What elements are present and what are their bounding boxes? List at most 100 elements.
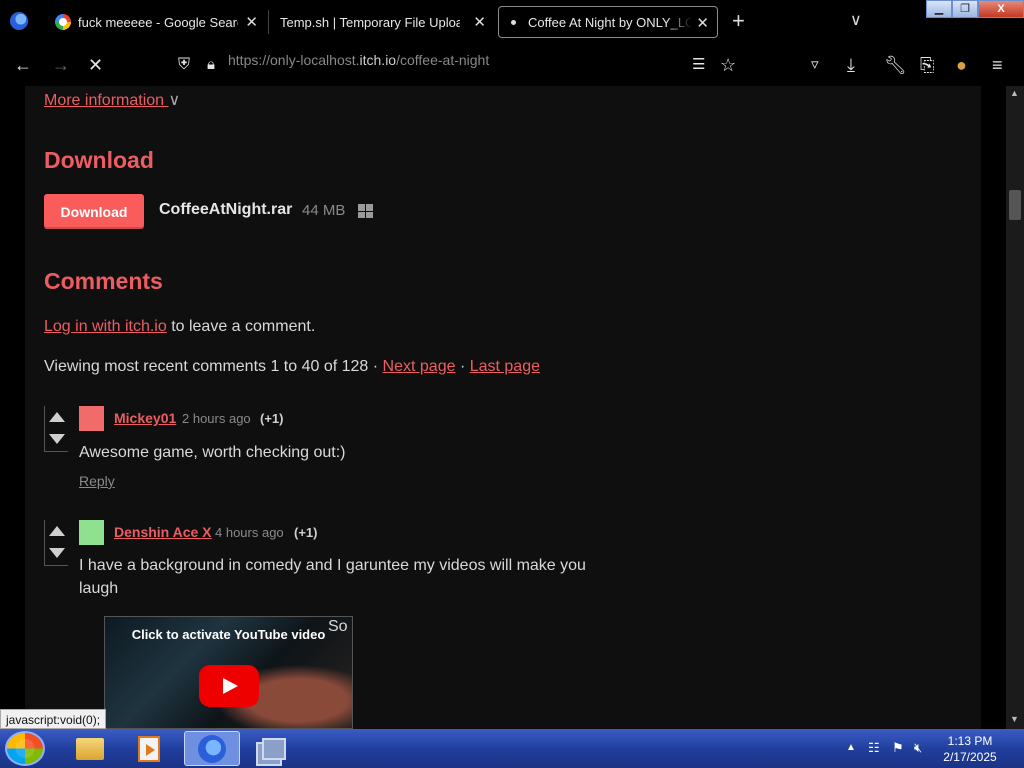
clock-time: 1:13 PM	[947, 734, 993, 748]
comment-body: I have a background in comedy and I garu…	[79, 554, 586, 600]
close-tab-icon[interactable]: ✕	[245, 13, 258, 31]
google-icon	[55, 14, 71, 30]
pocket-icon[interactable]: ▿	[811, 54, 819, 76]
login-suffix: to leave a comment.	[171, 318, 316, 335]
page-viewport: More information ∨ Download Download Cof…	[0, 86, 1006, 729]
wrench-icon[interactable]: 🔧︎	[884, 54, 907, 76]
tab-bar: fuck meeeee - Google Search ✕ Temp.sh | …	[0, 0, 1024, 44]
firefox-icon	[198, 734, 226, 763]
cookie-extension-icon[interactable]: ●	[956, 54, 967, 76]
youtube-embed[interactable]: Click to activate YouTube video	[104, 616, 353, 729]
navigation-toolbar: ← → ✕ ⛨ 🔒︎ ☰ ☆ ▿ ⤓ 🔧︎ ⎘ ● ≡	[0, 44, 1024, 86]
comment-time[interactable]: 4 hours ago	[215, 525, 284, 540]
downvote-arrow-icon[interactable]	[49, 434, 65, 444]
tab-label: Temp.sh | Temporary File Upload	[280, 14, 460, 30]
comment-body: Awesome game, worth checking out:)	[79, 441, 346, 464]
comment-line: laugh	[79, 580, 119, 597]
minimize-button[interactable]: ▁	[926, 0, 952, 18]
comment-votes: (+1)	[260, 411, 284, 426]
comment-author[interactable]: Denshin Ace X	[114, 524, 212, 540]
chevron-down-icon: ∨	[168, 92, 181, 109]
youtube-play-icon[interactable]	[199, 665, 259, 707]
tab-coffee-at-night[interactable]: Coffee At Night by ONLY_LOCALHOST ✕	[498, 6, 718, 38]
downloads-icon[interactable]: ⤓	[847, 54, 855, 76]
next-page-link[interactable]: Next page	[383, 358, 456, 375]
scroll-up-arrow-icon[interactable]: ▲	[1010, 88, 1019, 98]
file-size: 44 MB	[302, 202, 346, 219]
scroll-down-arrow-icon[interactable]: ▼	[1010, 714, 1019, 724]
comment-line: Awesome game, worth checking out:)	[79, 444, 346, 461]
close-tab-icon[interactable]: ✕	[696, 14, 709, 32]
system-clock[interactable]: 1:13 PM 2/17/2025	[936, 733, 1004, 765]
extensions-puzzle-icon[interactable]: ⎘	[920, 54, 934, 76]
url-bar[interactable]: https://only-localhost.itch.io/coffee-at…	[228, 52, 489, 68]
show-hidden-icons-chevron-up-icon[interactable]: ▲	[846, 742, 856, 753]
download-button[interactable]: Download	[44, 194, 144, 229]
menu-hamburger-icon[interactable]: ≡	[992, 54, 1003, 76]
login-link[interactable]: Log in with itch.io	[44, 318, 167, 335]
network-icon[interactable]: ☷	[868, 740, 880, 756]
page-content: More information ∨ Download Download Cof…	[25, 86, 981, 729]
reader-view-icon[interactable]: ☰	[692, 54, 705, 76]
reply-link[interactable]: Reply	[79, 473, 115, 489]
comment-trailing-text: So	[328, 618, 348, 635]
action-center-flag-icon[interactable]: ⚑	[892, 740, 904, 756]
taskbar-switch-windows[interactable]	[246, 731, 302, 766]
volume-muted-icon[interactable]: 🔇︎	[914, 740, 922, 756]
last-page-link[interactable]: Last page	[470, 358, 540, 375]
download-heading: Download	[44, 147, 154, 173]
pagination-row: Viewing most recent comments 1 to 40 of …	[44, 358, 540, 376]
comment-votes: (+1)	[294, 525, 318, 540]
window-controls: ▁ ❐ X	[926, 0, 1024, 18]
login-prompt: Log in with itch.io to leave a comment.	[44, 318, 315, 336]
tab-google-search[interactable]: fuck meeeee - Google Search ✕	[46, 6, 266, 38]
pagination-separator: ·	[459, 358, 466, 375]
scrollbar-thumb[interactable]	[1009, 190, 1021, 220]
tab-temp-sh[interactable]: Temp.sh | Temporary File Upload ✕	[270, 6, 494, 38]
tab-label: fuck meeeee - Google Search	[78, 14, 238, 30]
lock-icon[interactable]: 🔒︎	[207, 54, 215, 76]
downvote-arrow-icon[interactable]	[49, 548, 65, 558]
tab-label: Coffee At Night by ONLY_LOCALHOST	[528, 14, 692, 30]
taskbar-explorer[interactable]	[62, 731, 118, 766]
upvote-arrow-icon[interactable]	[49, 412, 65, 422]
comment-line: I have a background in comedy and I garu…	[79, 557, 586, 574]
media-player-icon	[138, 735, 160, 762]
start-button-windows-icon[interactable]	[5, 731, 45, 766]
close-tab-icon[interactable]: ✕	[473, 13, 486, 31]
page-scrollbar[interactable]: ▲ ▼	[1006, 86, 1024, 729]
more-information-label: More information	[44, 92, 165, 109]
url-host: itch.io	[359, 52, 397, 68]
folder-icon	[76, 737, 104, 760]
loading-dot-icon	[511, 19, 516, 25]
avatar[interactable]	[79, 406, 104, 431]
clock-date: 2/17/2025	[943, 750, 997, 764]
forward-arrow-icon[interactable]: →	[52, 54, 70, 76]
vote-controls	[44, 406, 68, 452]
list-all-tabs-chevron-down-icon[interactable]: ∨	[850, 10, 862, 30]
comment: Denshin Ace X 4 hours ago (+1) I have a …	[44, 520, 604, 610]
windows-platform-icon	[358, 204, 373, 218]
tab-separator	[268, 10, 269, 34]
status-link-preview: javascript:void(0);	[0, 709, 107, 729]
restore-button[interactable]: ❐	[952, 0, 978, 18]
stop-loading-icon[interactable]: ✕	[88, 54, 103, 76]
comment-author[interactable]: Mickey01	[114, 410, 176, 426]
shield-icon[interactable]: ⛨	[178, 54, 190, 76]
avatar[interactable]	[79, 520, 104, 545]
upvote-arrow-icon[interactable]	[49, 526, 65, 536]
back-arrow-icon[interactable]: ←	[14, 54, 32, 76]
more-information-link[interactable]: More information ∨	[44, 90, 180, 110]
vote-controls	[44, 520, 68, 566]
firefox-view-icon[interactable]	[10, 12, 28, 30]
taskbar-media-player[interactable]	[121, 731, 177, 766]
comment: Mickey01 2 hours ago (+1) Awesome game, …	[44, 406, 604, 496]
close-window-button[interactable]: X	[978, 0, 1024, 18]
url-prefix: https://only-localhost.	[228, 52, 360, 68]
comment-time[interactable]: 2 hours ago	[182, 411, 251, 426]
taskbar-firefox[interactable]	[184, 731, 240, 766]
viewing-text: Viewing most recent comments 1 to 40 of …	[44, 358, 379, 375]
new-tab-button[interactable]: +	[732, 9, 745, 33]
windows-taskbar: ▲ ☷ ⚑ 🔇︎ 1:13 PM 2/17/2025	[0, 729, 1024, 768]
bookmark-star-icon[interactable]: ☆	[720, 54, 736, 76]
